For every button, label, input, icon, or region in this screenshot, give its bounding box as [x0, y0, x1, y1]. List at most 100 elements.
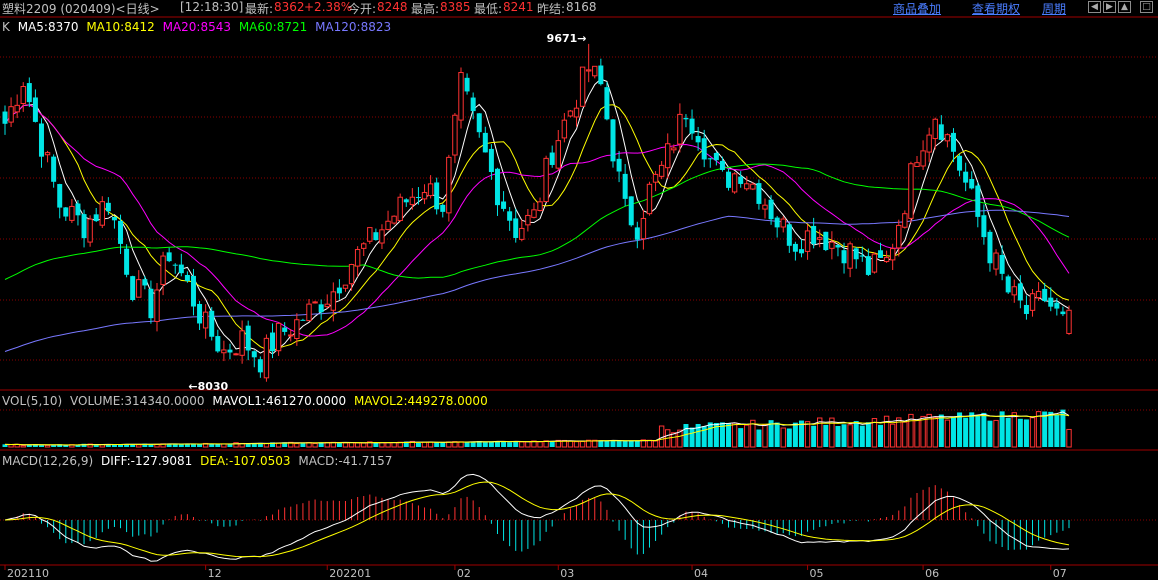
candle-body — [190, 275, 196, 307]
candle-body — [403, 199, 409, 203]
candle-body — [780, 218, 786, 228]
candle-body — [81, 214, 87, 239]
candle-body — [658, 164, 665, 177]
candle-body — [853, 248, 859, 260]
volume-bar — [294, 443, 300, 448]
volume-bar — [975, 415, 981, 447]
candle-body — [731, 173, 738, 193]
candle-body — [695, 136, 701, 143]
volume-bar — [1042, 411, 1048, 447]
candle-body — [69, 205, 75, 221]
candle-body — [342, 284, 349, 289]
candle-body — [762, 204, 768, 210]
candle-body — [118, 220, 124, 244]
x-label-2: 202201 — [329, 567, 371, 580]
candle-body — [178, 264, 184, 274]
volume-bar — [604, 440, 610, 447]
candle-body — [896, 224, 902, 249]
candle-body — [275, 322, 282, 352]
volume-bar — [634, 440, 640, 447]
candle-body — [391, 215, 397, 224]
candle-body — [634, 227, 640, 240]
candle-body — [920, 150, 926, 167]
candle-body — [306, 303, 312, 322]
candle-body — [482, 132, 488, 153]
candle-body — [270, 332, 276, 352]
candle-body — [421, 192, 428, 200]
candle-body — [859, 255, 865, 257]
candle-body — [598, 65, 604, 85]
candle-body — [829, 241, 835, 249]
volume-bar — [63, 445, 69, 447]
volume-bar — [811, 425, 817, 447]
candle-body — [1017, 283, 1023, 301]
candle-body — [507, 211, 513, 221]
candle-body — [726, 171, 732, 188]
volume-bar — [464, 442, 470, 447]
candle-body — [768, 199, 774, 220]
candle-body — [908, 163, 914, 219]
candle-body — [427, 183, 434, 197]
candle-body — [817, 237, 823, 240]
volume-bar — [421, 441, 428, 448]
candle-body — [616, 158, 622, 172]
volume-bar — [628, 441, 634, 447]
candle-body — [172, 264, 178, 266]
volume-bar — [379, 442, 385, 448]
volume-bar — [245, 443, 251, 447]
candle-body — [245, 325, 251, 351]
volume-bar — [981, 412, 987, 447]
kline-chart[interactable]: 202110 12 202201 02 03 04 05 06 07 9671→ ←8030 — [0, 0, 1158, 580]
volume-bar — [859, 425, 865, 447]
candle-body — [871, 253, 878, 273]
volume-bar — [458, 441, 464, 448]
candle-body — [239, 330, 245, 356]
volume-bar — [1066, 428, 1072, 448]
volume-bar — [44, 444, 51, 448]
volume-bar — [646, 439, 653, 448]
volume-bar — [1029, 417, 1036, 448]
candle-body — [1066, 309, 1072, 334]
candle-body — [914, 162, 920, 168]
candle-body — [579, 66, 586, 107]
x-label-1: 12 — [208, 567, 222, 580]
candle-body — [525, 214, 531, 226]
x-label-8: 07 — [1053, 567, 1067, 580]
candle-body — [555, 140, 561, 169]
high-marker: 9671→ — [547, 32, 587, 45]
candle-body — [738, 176, 744, 184]
volume-bar — [804, 421, 811, 448]
candle-body — [981, 215, 987, 238]
candle-body — [2, 111, 8, 124]
volume-bars — [2, 409, 1072, 448]
volume-bar — [865, 422, 871, 447]
volume-bar — [957, 412, 963, 447]
candle-body — [373, 232, 379, 241]
candle-body — [932, 118, 938, 140]
volume-bar — [1011, 412, 1017, 448]
volume-bar — [616, 440, 622, 447]
volume-bar — [792, 422, 798, 447]
candle-body — [458, 72, 464, 121]
candle-body — [197, 303, 203, 324]
volume-bar — [537, 441, 543, 448]
volume-bar — [756, 429, 762, 447]
candle-body — [975, 185, 981, 217]
candle-body — [999, 255, 1005, 274]
volume-bar — [354, 442, 361, 448]
candle-body — [1035, 290, 1042, 299]
candle-body — [20, 86, 26, 104]
candle-body — [87, 218, 93, 243]
candle-body — [136, 279, 142, 298]
candle-body — [221, 349, 227, 354]
candle-body — [823, 231, 829, 251]
candle-body — [957, 155, 963, 171]
volume-bar — [689, 427, 695, 447]
candle-body — [318, 304, 324, 313]
candle-body — [628, 196, 634, 226]
candle-body — [142, 279, 148, 286]
candle-body — [330, 291, 337, 311]
candle-body — [543, 157, 549, 203]
candle-body — [1060, 311, 1066, 315]
candle-body — [1042, 288, 1048, 302]
